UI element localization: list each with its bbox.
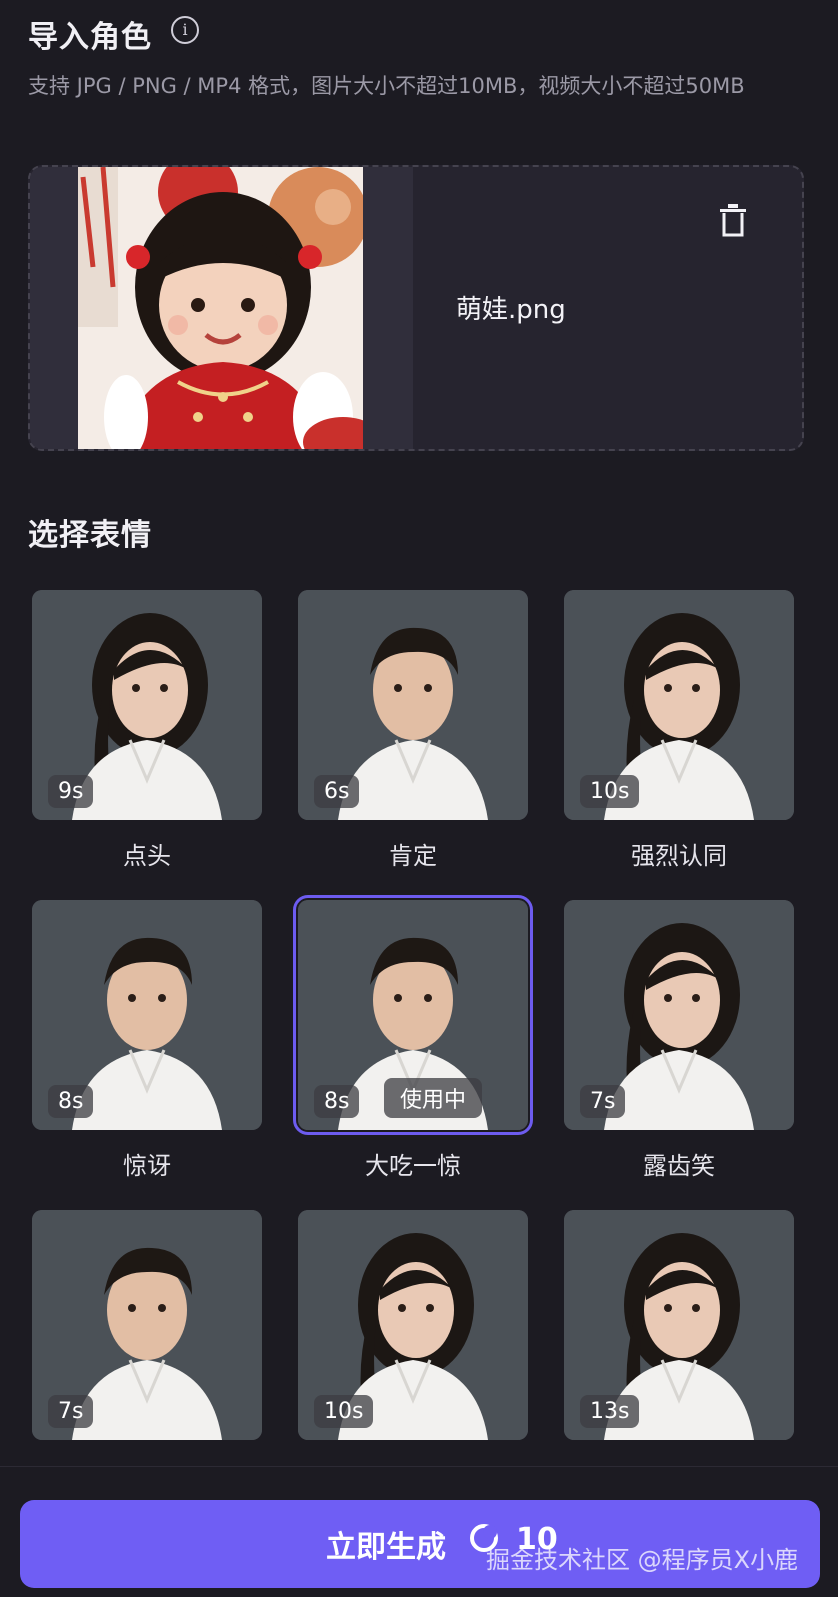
- expression-card[interactable]: 7s: [32, 1210, 262, 1488]
- expression-label: 肯定: [389, 842, 437, 870]
- duration-badge: 7s: [580, 1085, 626, 1118]
- select-expression-title: 选择表情: [28, 518, 152, 553]
- duration-badge: 8s: [314, 1085, 360, 1118]
- expression-preview-image: 8s: [32, 900, 262, 1130]
- import-role-title: 导入角色: [28, 20, 152, 55]
- info-icon[interactable]: i: [171, 16, 199, 44]
- thumbnail-padding-right: [363, 167, 413, 449]
- duration-badge: 10s: [314, 1395, 374, 1428]
- expression-card[interactable]: 8s 使用中大吃一惊: [293, 895, 533, 1180]
- expression-preview-image: 10s: [298, 1210, 528, 1440]
- expression-preview-image: 7s: [32, 1210, 262, 1440]
- expression-label: 惊讶: [123, 1152, 171, 1180]
- duration-badge: 8s: [48, 1085, 94, 1118]
- child-photo-illustration: [78, 167, 363, 449]
- expression-preview-image: 8s 使用中: [293, 895, 533, 1135]
- expression-preview-image: 6s: [298, 590, 528, 820]
- expression-label: 强烈认同: [631, 842, 727, 870]
- duration-badge: 7s: [48, 1395, 94, 1428]
- duration-badge: 13s: [580, 1395, 640, 1428]
- file-name: 萌娃.png: [456, 295, 566, 325]
- thumbnail-padding-left: [30, 167, 78, 449]
- trash-icon[interactable]: [718, 203, 748, 237]
- expression-card[interactable]: 10s 强烈认同: [564, 590, 794, 870]
- expression-preview-image: 9s: [32, 590, 262, 820]
- expression-card[interactable]: 7s 露齿笑: [564, 900, 794, 1180]
- expression-preview-image: 13s: [564, 1210, 794, 1440]
- expression-preview-image: 10s: [564, 590, 794, 820]
- in-use-badge: 使用中: [384, 1078, 483, 1118]
- duration-badge: 9s: [48, 775, 94, 808]
- expression-label: 露齿笑: [643, 1152, 715, 1180]
- generate-label: 立即生成: [326, 1530, 446, 1565]
- expression-label: 大吃一惊: [365, 1152, 461, 1180]
- expression-card[interactable]: 13s: [564, 1210, 794, 1488]
- expression-card[interactable]: 8s 惊讶: [32, 900, 262, 1180]
- duration-badge: 6s: [314, 775, 360, 808]
- expression-label: 点头: [123, 842, 171, 870]
- expression-preview-image: 7s: [564, 900, 794, 1130]
- duration-badge: 10s: [580, 775, 640, 808]
- expression-card[interactable]: 6s 肯定: [298, 590, 528, 870]
- uploaded-file-card[interactable]: 萌娃.png: [28, 165, 804, 451]
- uploaded-image-thumbnail: [78, 167, 363, 449]
- expression-card[interactable]: 9s 点头: [32, 590, 262, 870]
- upload-hint: 支持 JPG / PNG / MP4 格式，图片大小不超过10MB，视频大小不超…: [28, 74, 745, 98]
- expression-card[interactable]: 10s: [298, 1210, 528, 1488]
- watermark: 掘金技术社区 @程序员X小鹿: [486, 1546, 799, 1574]
